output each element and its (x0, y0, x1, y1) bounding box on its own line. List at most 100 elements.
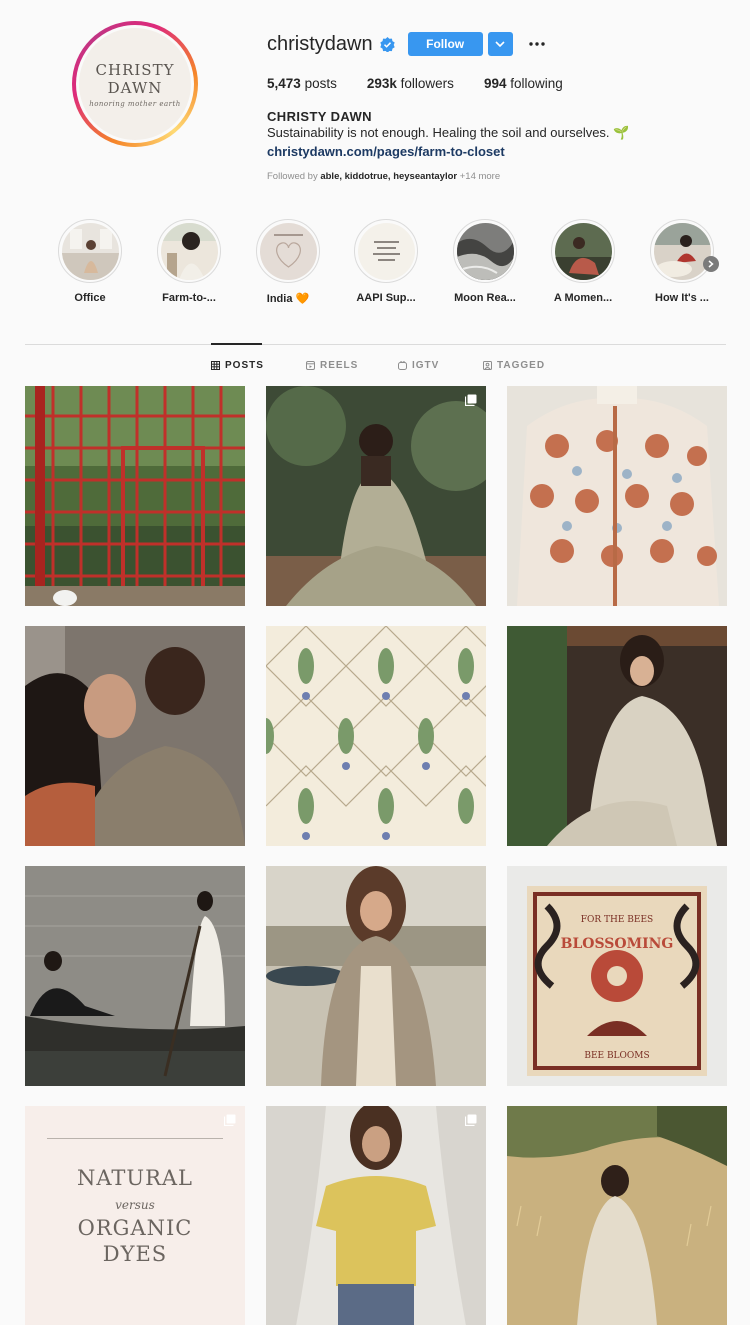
bio-link[interactable]: christydawn.com/pages/farm-to-closet (267, 144, 505, 159)
reels-icon (306, 361, 315, 370)
verified-badge-icon (379, 36, 395, 52)
bandana-top-text: FOR THE BEES (581, 915, 653, 925)
full-name: CHRISTY DAWN (267, 109, 372, 124)
bandana-bottom-text: BEE BLOOMS (584, 1051, 649, 1061)
follow-button[interactable]: Follow (407, 32, 483, 56)
highlight-office[interactable]: Office (45, 219, 135, 304)
posts-count: 5,473 (267, 76, 301, 91)
highlight-ring (157, 219, 221, 283)
post-yellow-tee[interactable] (266, 1106, 486, 1325)
post-image (507, 1106, 727, 1325)
post-floral-print[interactable] (266, 626, 486, 846)
followers-count: 293k (366, 76, 397, 91)
posts-label: posts (304, 76, 337, 91)
post-image (25, 866, 245, 1086)
multi-photo-icon (465, 394, 477, 406)
post-image (25, 386, 245, 606)
more-icon (528, 42, 545, 46)
avatar-inner: CHRISTY DAWN honoring mother earth (76, 25, 194, 143)
bio-text: Sustainability is not enough. Healing th… (267, 125, 630, 140)
post-image (507, 626, 727, 846)
profile-avatar-ring[interactable]: CHRISTY DAWN honoring mother earth (72, 21, 198, 147)
post-image (266, 866, 486, 1086)
post-woman-chair[interactable] (507, 626, 727, 846)
highlight-ring (256, 219, 320, 283)
highlight-aapi[interactable]: AAPI Sup... (341, 219, 431, 304)
post-image (266, 1106, 486, 1325)
multi-photo-icon (224, 1114, 236, 1126)
highlight-cover (456, 222, 514, 280)
highlight-farm-to[interactable]: Farm-to-... (144, 219, 234, 304)
post-quilted-jacket[interactable] (507, 386, 727, 606)
highlight-india[interactable]: India 🧡 (243, 219, 333, 305)
post-cardigan[interactable] (266, 866, 486, 1086)
igtv-icon (398, 361, 407, 370)
followed-by[interactable]: Followed by able, kiddotrue, heyseantayl… (267, 171, 500, 182)
highlight-label: AAPI Sup... (356, 292, 416, 304)
tagged-icon (483, 361, 492, 370)
tab-reels[interactable]: REELS (306, 360, 358, 371)
post-canoe[interactable] (25, 866, 245, 1086)
post-image (266, 386, 486, 606)
post-image (507, 386, 727, 606)
tab-label: TAGGED (497, 360, 546, 371)
avatar-logo-text: CHRISTY DAWN (95, 60, 175, 97)
post-woman-seated[interactable] (266, 386, 486, 606)
tab-tagged[interactable]: TAGGED (483, 360, 545, 371)
highlight-label: Farm-to-... (162, 292, 216, 304)
highlight-cover (61, 222, 119, 280)
highlight-cover (653, 222, 711, 280)
post-field-dress[interactable] (507, 1106, 727, 1325)
highlight-label: A Momen... (553, 292, 613, 304)
highlight-moon-rea[interactable]: Moon Rea... (440, 219, 530, 304)
active-tab-indicator (211, 343, 262, 345)
tab-posts[interactable]: POSTS (211, 360, 264, 371)
highlight-cover (554, 222, 612, 280)
chevron-down-icon (495, 41, 505, 47)
profile-stats: 5,473 posts 293k followers 994 following (267, 76, 593, 91)
highlight-ring (58, 219, 122, 283)
following-stat[interactable]: 994 following (484, 76, 563, 91)
post-text-line1: NATURAL (76, 1166, 194, 1190)
followers-label: followers (400, 76, 454, 91)
tab-label: POSTS (225, 360, 264, 371)
tabs-divider (25, 344, 726, 345)
highlight-label: Moon Rea... (454, 292, 516, 304)
highlights-next-button[interactable] (703, 256, 719, 272)
followers-stat[interactable]: 293k followers (367, 76, 454, 91)
username-row: christydawn Follow (267, 32, 547, 56)
following-count: 994 (483, 76, 507, 91)
post-natural-vs-organic[interactable]: NATURAL versus ORGANIC DYES (25, 1106, 245, 1325)
post-image (25, 626, 245, 846)
highlight-label: Office (74, 292, 106, 304)
posts-stat: 5,473 posts (267, 76, 337, 91)
tab-label: REELS (320, 360, 359, 371)
more-options-button[interactable] (527, 34, 547, 54)
post-greenhouse[interactable] (25, 386, 245, 606)
post-text-line3: ORGANIC (77, 1216, 193, 1240)
highlight-ring (354, 219, 418, 283)
followed-by-prefix: Followed by (267, 171, 318, 182)
highlight-a-momen[interactable]: A Momen... (538, 219, 628, 304)
highlight-cover (259, 222, 317, 280)
username: christydawn (267, 32, 373, 55)
followed-by-names: able, kiddotrue, heyseantaylor (320, 171, 458, 182)
post-image: FOR THE BEES BLOSSOMING BEE BLOOMS (507, 866, 727, 1086)
highlight-label: India 🧡 (266, 293, 310, 305)
highlight-ring (551, 219, 615, 283)
highlight-cover (160, 222, 218, 280)
avatar[interactable]: CHRISTY DAWN honoring mother earth (79, 28, 191, 140)
post-image (266, 626, 486, 846)
tab-igtv[interactable]: IGTV (398, 360, 439, 371)
tab-label: IGTV (412, 360, 440, 371)
highlight-ring (650, 219, 714, 283)
post-two-women[interactable] (25, 626, 245, 846)
bandana-word: BLOSSOMING (561, 936, 674, 952)
highlight-label: How It's ... (655, 292, 709, 304)
suggested-dropdown-button[interactable] (487, 32, 513, 56)
highlight-ring (453, 219, 517, 283)
multi-photo-icon (465, 1114, 477, 1126)
post-bandana[interactable]: FOR THE BEES BLOSSOMING BEE BLOOMS (507, 866, 727, 1086)
grid-icon (211, 361, 220, 370)
followed-by-more: +14 more (459, 171, 501, 182)
